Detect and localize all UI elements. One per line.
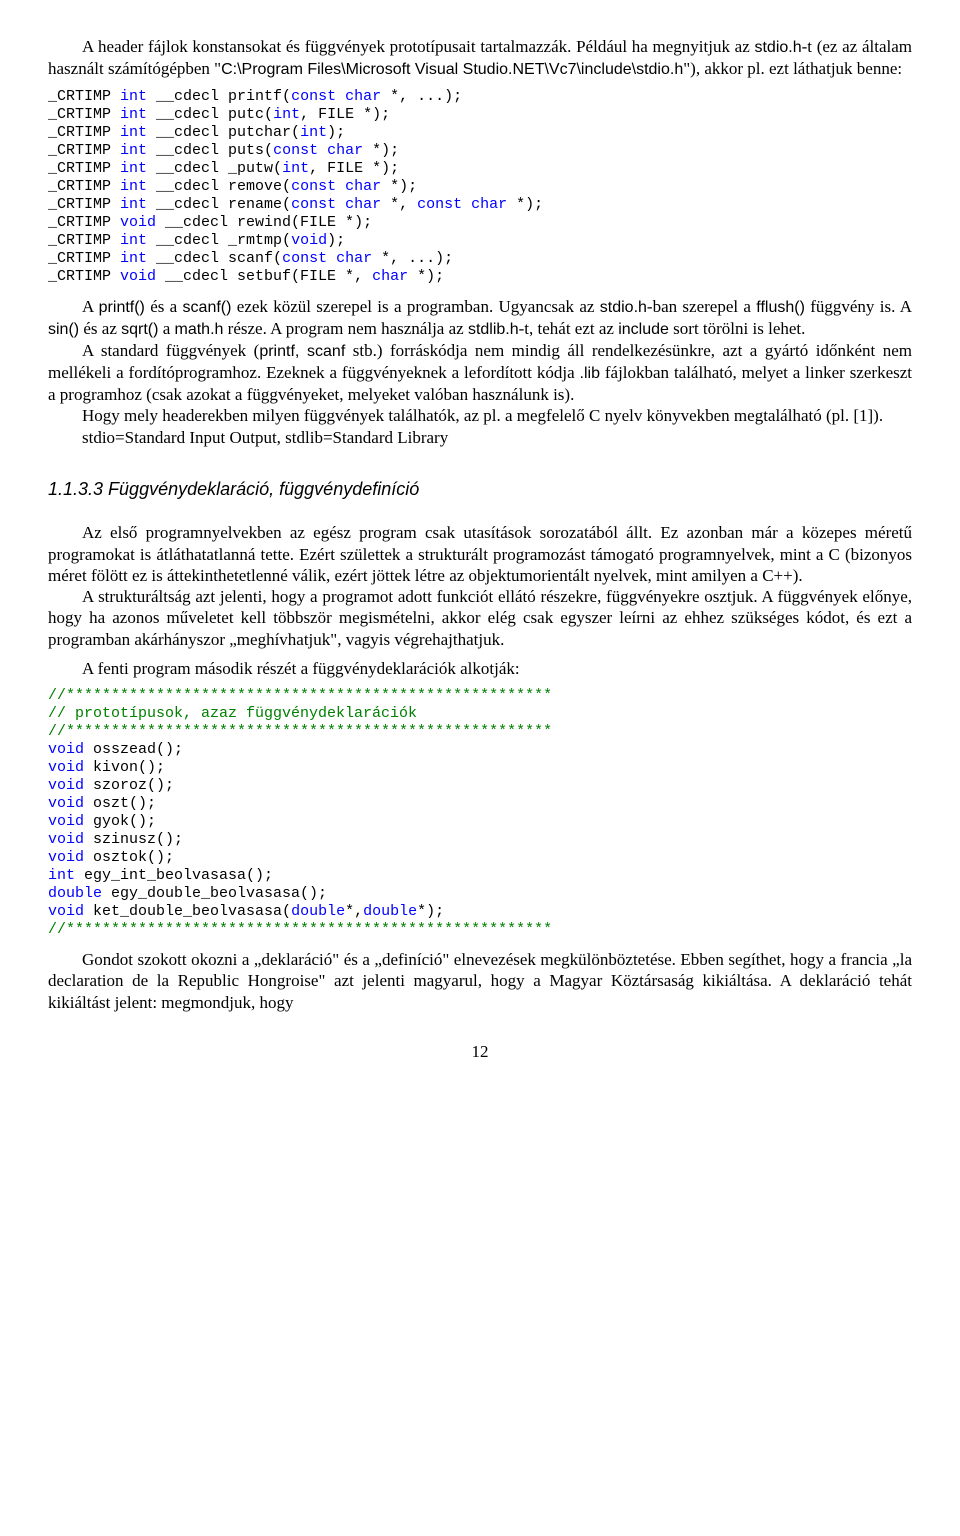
text: -ban szerepel a xyxy=(647,297,756,316)
fn: scanf() xyxy=(183,299,232,316)
text: a xyxy=(158,319,174,338)
code-block-prototypes: //**************************************… xyxy=(48,687,912,939)
fn: fflush() xyxy=(756,299,805,316)
text: függvény is. A xyxy=(805,297,912,316)
fn: sin() xyxy=(48,321,79,338)
text: A fenti program második részét a függvén… xyxy=(82,659,520,678)
filepath: C:\Program Files\Microsoft Visual Studio… xyxy=(221,61,683,78)
text: Hogy mely headerekben milyen függvények … xyxy=(82,406,883,425)
text: ezek közül szerepel is a programban. Ugy… xyxy=(231,297,599,316)
paragraph-first-langs: Az első programnyelvekben az egész progr… xyxy=(48,522,912,586)
ext: .lib xyxy=(580,365,600,382)
paragraph-structuring: A strukturáltság azt jelenti, hogy a pro… xyxy=(48,586,912,650)
text: A standard függvények ( xyxy=(82,341,259,360)
paragraph-header-intro: A header fájlok konstansokat és függvény… xyxy=(48,36,912,80)
text: stdio=Standard Input Output, stdlib=Stan… xyxy=(82,428,448,447)
file: math.h xyxy=(175,321,224,338)
paragraph-headers-ref: Hogy mely headerekben milyen függvények … xyxy=(48,405,912,426)
text: A xyxy=(82,297,99,316)
fns: printf, scanf xyxy=(259,343,345,360)
text: "), akkor pl. ezt láthatjuk benne: xyxy=(683,59,902,78)
text: sort törölni is lehet. xyxy=(669,319,805,338)
page-number: 12 xyxy=(48,1041,912,1062)
filename: stdio.h xyxy=(754,39,801,56)
paragraph-stdio-stdlib: stdio=Standard Input Output, stdlib=Stan… xyxy=(48,427,912,448)
file: stdlib.h xyxy=(468,321,519,338)
fn: sqrt() xyxy=(121,321,158,338)
text: A strukturáltság azt jelenti, hogy a pro… xyxy=(48,587,912,649)
code-block-crtimp: _CRTIMP int __cdecl printf(const char *,… xyxy=(48,88,912,286)
section-heading: 1.1.3.3 Függvénydeklaráció, függvénydefi… xyxy=(48,478,912,501)
text: része. A program nem használja az xyxy=(223,319,468,338)
fn: printf() xyxy=(99,299,145,316)
text: Az első programnyelvekben az egész progr… xyxy=(48,523,912,585)
paragraph-prog-second-part: A fenti program második részét a függvén… xyxy=(48,658,912,679)
paragraph-declaration-definition: Gondot szokott okozni a „deklaráció" és … xyxy=(48,949,912,1013)
text: Gondot szokott okozni a „deklaráció" és … xyxy=(48,950,912,1012)
text: és az xyxy=(79,319,121,338)
file: stdio.h xyxy=(600,299,647,316)
paragraph-standard-fns: A standard függvények (printf, scanf stb… xyxy=(48,340,912,405)
text: A header fájlok konstansokat és függvény… xyxy=(82,37,754,56)
text: -t, tehát ezt az xyxy=(519,319,619,338)
text: és a xyxy=(145,297,183,316)
paragraph-printf-scanf: A printf() és a scanf() ezek közül szere… xyxy=(48,296,912,340)
kw: include xyxy=(618,321,669,338)
